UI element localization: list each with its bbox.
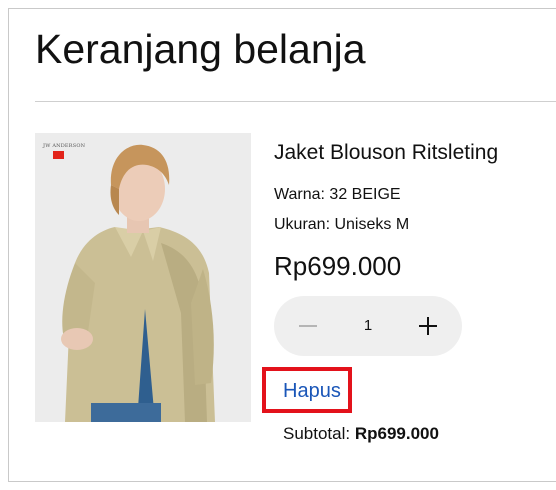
brand-logo (53, 151, 64, 159)
product-image[interactable]: JW ANDERSON (35, 133, 251, 422)
remove-item-link[interactable]: Hapus (283, 378, 341, 404)
product-name[interactable]: Jaket Blouson Ritsleting (274, 139, 498, 167)
divider (35, 101, 556, 102)
product-size: Ukuran: Uniseks M (274, 216, 410, 233)
subtotal-label: Subtotal: (283, 424, 351, 443)
subtotal-amount: Rp699.000 (354, 424, 439, 443)
increase-quantity-button[interactable] (398, 296, 458, 356)
brand-text: JW ANDERSON (43, 143, 86, 149)
page-title: Keranjang belanja (35, 26, 366, 72)
subtotal: Subtotal: Rp699.000 (283, 423, 439, 445)
product-price: Rp699.000 (274, 251, 402, 281)
cart-panel: Keranjang belanja JW ANDERSON Jaket Blou… (8, 8, 556, 482)
product-color: Warna: 32 BEIGE (274, 186, 401, 203)
quantity-value: 1 (363, 317, 373, 334)
product-photo (35, 133, 251, 422)
minus-icon (299, 325, 317, 327)
quantity-stepper: 1 (274, 296, 462, 356)
plus-icon (419, 317, 437, 335)
decrease-quantity-button[interactable] (278, 296, 338, 356)
